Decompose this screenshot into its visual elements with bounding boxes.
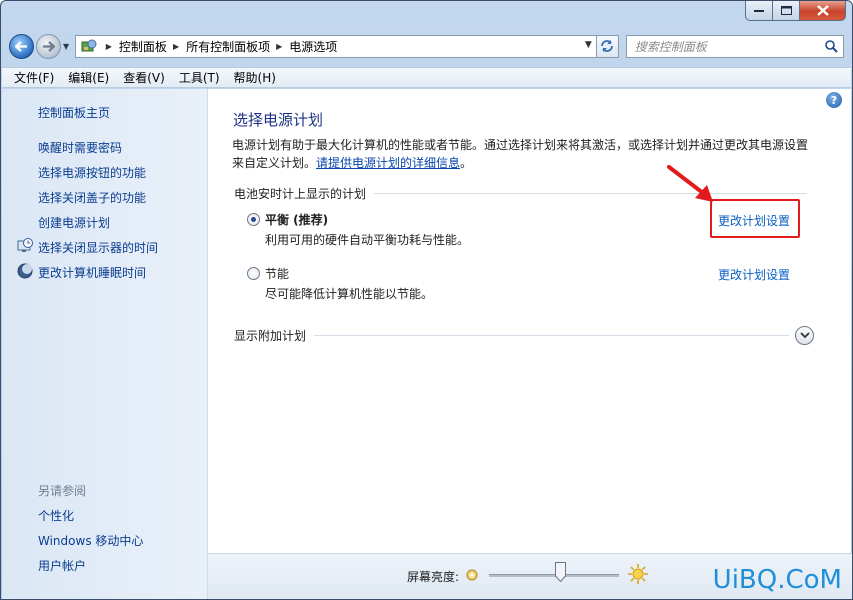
watermark: UiBQ.CoM (712, 565, 842, 595)
address-bar[interactable]: ▶ 控制面板 ▶ 所有控制面板项 ▶ 电源选项 ▼ (74, 34, 597, 58)
sidebar: 控制面板主页 唤醒时需要密码 选择电源按钮的功能 选择关闭盖子的功能 创建电源计… (2, 89, 208, 599)
plan-balanced-name[interactable]: 平衡 (推荐) (265, 211, 328, 228)
forward-button[interactable] (36, 33, 61, 59)
search-placeholder: 搜索控制面板 (634, 39, 707, 54)
red-arrow-icon (667, 165, 713, 202)
search-input[interactable]: 搜索控制面板 (625, 34, 844, 58)
back-arrow-icon (15, 40, 27, 52)
sidebar-item-create-plan[interactable]: 创建电源计划 (38, 214, 110, 231)
plan-power-saver-radio[interactable] (247, 267, 260, 280)
sidebar-item-power-button[interactable]: 选择电源按钮的功能 (38, 164, 146, 181)
menu-tools[interactable]: 工具(T) (179, 69, 220, 86)
brightness-slider-thumb[interactable] (555, 562, 566, 582)
chevron-down-icon (799, 332, 810, 339)
plan-power-saver-name[interactable]: 节能 (265, 265, 289, 282)
forward-arrow-icon (43, 40, 55, 52)
sidebar-item-lid-close[interactable]: 选择关闭盖子的功能 (38, 189, 146, 206)
content-area: 控制面板主页 唤醒时需要密码 选择电源按钮的功能 选择关闭盖子的功能 创建电源计… (2, 89, 851, 599)
menu-help[interactable]: 帮助(H) (234, 69, 276, 86)
help-button[interactable]: ? (826, 92, 842, 108)
address-dropdown-icon[interactable]: ▼ (585, 40, 592, 50)
minimize-button[interactable] (745, 1, 773, 21)
sidebar-item-display-off[interactable]: 选择关闭显示器的时间 (38, 239, 158, 256)
sidebar-item-mobility-center[interactable]: Windows 移动中心 (38, 532, 143, 549)
help-icon: ? (830, 93, 838, 107)
brightness-label: 屏幕亮度: (407, 570, 460, 584)
breadcrumb-control-panel[interactable]: 控制面板 (119, 38, 167, 55)
see-also-heading: 另请参阅 (38, 484, 87, 498)
sleep-moon-icon (17, 263, 33, 279)
divider (314, 335, 789, 336)
display-clock-icon (17, 238, 33, 252)
close-icon (816, 5, 829, 16)
show-additional-plans[interactable]: 显示附加计划 (234, 326, 814, 345)
expand-button[interactable] (795, 326, 814, 345)
sidebar-item-sleep-time[interactable]: 更改计算机睡眠时间 (38, 264, 146, 281)
maximize-icon (780, 6, 792, 15)
plans-group-label: 电池安时计上显示的计划 (234, 187, 367, 201)
plan-details-link[interactable]: 请提供电源计划的详细信息 (316, 156, 460, 170)
minimize-icon (754, 9, 764, 12)
description-tail: 。 (460, 156, 473, 170)
main-panel: ? 选择电源计划 电源计划有助于最大化计算机的性能或者节能。通过选择计划来将其激… (209, 89, 851, 599)
highlight-annotation-box (710, 199, 800, 238)
navigation-row: ▼ ▶ 控制面板 ▶ 所有控制面板项 ▶ 电源选项 ▼ 搜索控制面板 (9, 31, 844, 61)
close-button[interactable] (800, 1, 846, 21)
nav-buttons: ▼ (9, 31, 75, 61)
plan-power-saver-description: 尽可能降低计算机性能以节能。 (265, 287, 434, 301)
breadcrumb-separator-icon[interactable]: ▶ (106, 42, 112, 51)
caption-buttons (745, 1, 846, 21)
dim-sun-icon (466, 569, 478, 581)
plan-balanced-description: 利用可用的硬件自动平衡功耗与性能。 (265, 233, 470, 247)
sidebar-item-user-accounts[interactable]: 用户帐户 (38, 557, 86, 574)
divider (374, 193, 807, 194)
menu-file[interactable]: 文件(F) (14, 69, 54, 86)
sidebar-item-personalization[interactable]: 个性化 (38, 507, 74, 524)
refresh-icon (601, 40, 614, 52)
history-dropdown-icon[interactable]: ▼ (63, 42, 69, 51)
plan-balanced-radio[interactable] (247, 213, 260, 226)
page-description: 电源计划有助于最大化计算机的性能或者节能。通过选择计划来将其激活，或选择计划并通… (232, 136, 812, 172)
brightness-slider-track[interactable] (489, 574, 619, 577)
refresh-button[interactable] (596, 34, 619, 58)
page-title: 选择电源计划 (233, 111, 324, 129)
sidebar-control-panel-home[interactable]: 控制面板主页 (38, 104, 110, 121)
maximize-button[interactable] (773, 1, 800, 21)
breadcrumb-separator-icon[interactable]: ▶ (173, 42, 179, 51)
control-panel-icon (81, 39, 97, 52)
breadcrumb-power-options[interactable]: 电源选项 (289, 38, 337, 55)
search-icon[interactable] (825, 39, 838, 53)
menu-bar: 文件(F) 编辑(E) 查看(V) 工具(T) 帮助(H) (2, 67, 851, 88)
menu-view[interactable]: 查看(V) (123, 69, 165, 86)
menu-edit[interactable]: 编辑(E) (68, 69, 109, 86)
breadcrumb-all-items[interactable]: 所有控制面板项 (186, 38, 270, 55)
sidebar-item-wake-password[interactable]: 唤醒时需要密码 (38, 139, 122, 156)
show-additional-plans-label[interactable]: 显示附加计划 (234, 327, 306, 344)
breadcrumb-separator-icon[interactable]: ▶ (276, 42, 282, 51)
back-button[interactable] (9, 33, 34, 59)
window: ▼ ▶ 控制面板 ▶ 所有控制面板项 ▶ 电源选项 ▼ 搜索控制面板 文件(F)… (0, 0, 853, 600)
change-plan-settings-power-saver-link[interactable]: 更改计划设置 (718, 266, 790, 283)
bright-sun-icon (628, 564, 648, 584)
